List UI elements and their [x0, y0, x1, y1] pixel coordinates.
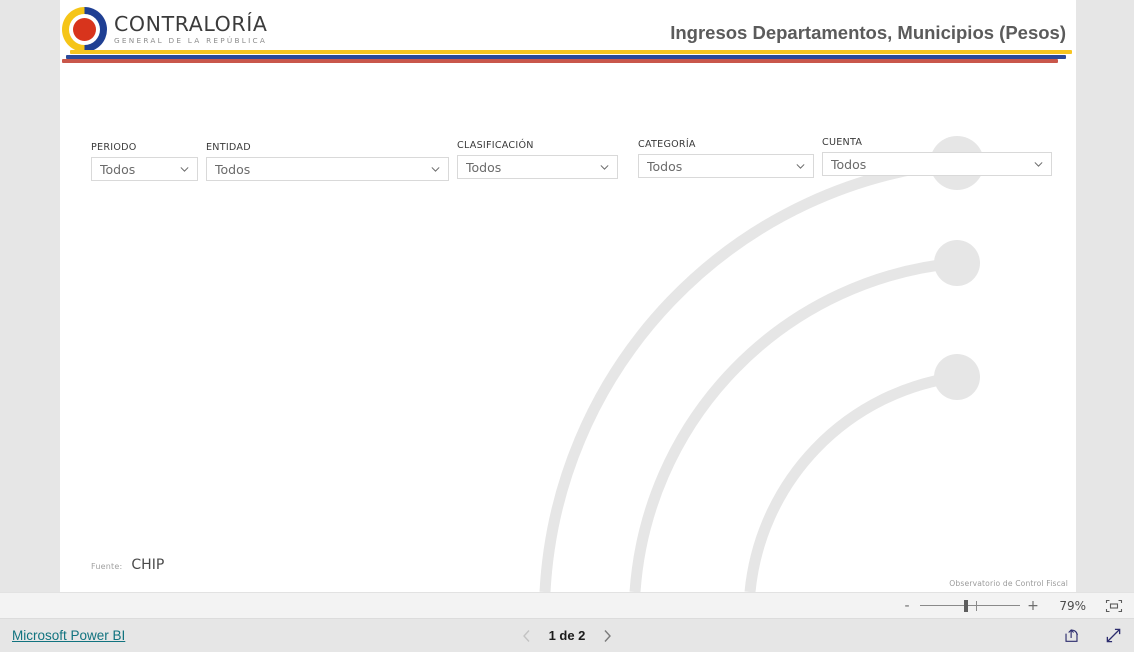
- slicer-categoria-value: Todos: [647, 158, 683, 174]
- slicer-entidad-dropdown[interactable]: Todos: [206, 157, 449, 181]
- rule-red: [62, 59, 1058, 63]
- slicer-clasificacion-value: Todos: [466, 159, 502, 175]
- slicer-clasificacion-dropdown[interactable]: Todos: [457, 155, 618, 179]
- microsoft-power-bi-link[interactable]: Microsoft Power BI: [12, 628, 125, 643]
- chevron-right-icon[interactable]: [601, 629, 613, 643]
- slicer-categoria: CATEGORÍA Todos: [638, 139, 814, 178]
- zoom-in-button[interactable]: +: [1026, 599, 1040, 613]
- page-navigation: 1 de 2: [497, 628, 637, 643]
- colombia-tricolor-rule: [60, 50, 1074, 66]
- share-icon[interactable]: [1062, 627, 1080, 645]
- slicer-entidad-value: Todos: [215, 161, 251, 177]
- power-bi-report-viewer: CONTRALORÍA GENERAL DE LA REPÚBLICA Ingr…: [0, 0, 1134, 652]
- slicer-periodo: PERIODO Todos: [91, 142, 198, 181]
- zoom-out-button[interactable]: -: [900, 599, 914, 613]
- status-bar: Microsoft Power BI 1 de 2: [0, 619, 1134, 652]
- report-viewport: CONTRALORÍA GENERAL DE LA REPÚBLICA Ingr…: [0, 0, 1134, 592]
- chevron-down-icon: [795, 161, 806, 172]
- slicer-entidad: ENTIDAD Todos: [206, 142, 449, 181]
- zoom-level-label: 79%: [1059, 598, 1086, 613]
- page-indicator: 1 de 2: [548, 628, 586, 643]
- slicer-cuenta-value: Todos: [831, 156, 867, 172]
- source-label: Fuente:: [91, 562, 123, 571]
- slicer-periodo-value: Todos: [100, 161, 136, 177]
- slicer-categoria-label: CATEGORÍA: [638, 139, 696, 150]
- fit-to-page-icon[interactable]: [1104, 598, 1124, 614]
- source-value: CHIP: [131, 557, 165, 573]
- contraloria-logo-icon: [62, 6, 107, 52]
- slicer-periodo-label: PERIODO: [91, 142, 137, 153]
- page-title: Ingresos Departamentos, Municipios (Peso…: [670, 22, 1066, 43]
- chevron-down-icon: [430, 164, 441, 175]
- chevron-down-icon: [599, 162, 610, 173]
- zoom-slider[interactable]: [920, 599, 1020, 613]
- chevron-down-icon: [1033, 159, 1044, 170]
- slicer-cuenta: CUENTA Todos: [822, 137, 1052, 176]
- concentric-arcs-watermark: [539, 136, 984, 592]
- slicer-clasificacion-label: CLASIFICACIÓN: [457, 140, 534, 151]
- slicer-categoria-dropdown[interactable]: Todos: [638, 154, 814, 178]
- zoom-slider-tick: [976, 600, 977, 611]
- slicer-cuenta-dropdown[interactable]: Todos: [822, 152, 1052, 176]
- logo-tagline: GENERAL DE LA REPÚBLICA: [114, 36, 268, 46]
- source-note: Fuente: CHIP: [91, 557, 164, 573]
- report-header: CONTRALORÍA GENERAL DE LA REPÚBLICA Ingr…: [60, 0, 1076, 68]
- slicer-periodo-dropdown[interactable]: Todos: [91, 157, 198, 181]
- slicer-entidad-label: ENTIDAD: [206, 142, 251, 153]
- logo-name: CONTRALORÍA: [114, 11, 268, 36]
- zoom-bar: - + 79%: [0, 592, 1134, 619]
- zoom-slider-rail: [920, 604, 1020, 606]
- report-canvas: CONTRALORÍA GENERAL DE LA REPÚBLICA Ingr…: [60, 0, 1076, 592]
- slicer-cuenta-label: CUENTA: [822, 137, 863, 148]
- logo-wordmark: CONTRALORÍA GENERAL DE LA REPÚBLICA: [114, 14, 267, 45]
- status-bar-actions: [1062, 627, 1122, 645]
- fullscreen-icon[interactable]: [1104, 627, 1122, 645]
- chevron-down-icon: [179, 164, 190, 175]
- chevron-left-icon[interactable]: [521, 629, 533, 643]
- slicer-clasificacion: CLASIFICACIÓN Todos: [457, 140, 618, 179]
- zoom-slider-thumb[interactable]: [964, 599, 968, 612]
- contraloria-logo: CONTRALORÍA GENERAL DE LA REPÚBLICA: [62, 4, 302, 54]
- observatory-watermark: Observatorio de Control Fiscal: [949, 579, 1068, 588]
- rule-yellow: [70, 50, 1072, 54]
